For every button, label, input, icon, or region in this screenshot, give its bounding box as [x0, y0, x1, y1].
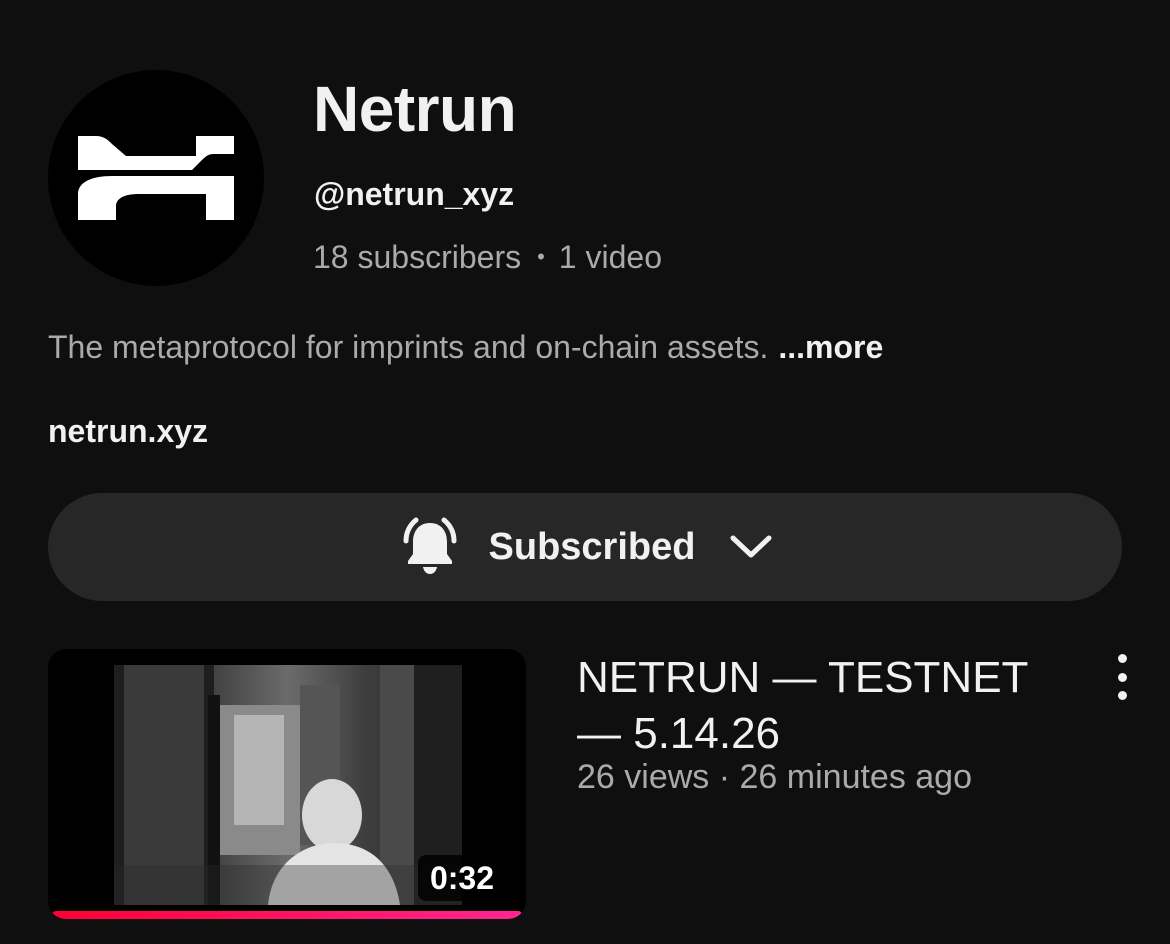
meta-separator: · [718, 758, 731, 796]
thumbnail-image [114, 665, 462, 905]
subscribed-button[interactable]: Subscribed [48, 493, 1122, 601]
video-meta: 26 views · 26 minutes ago [577, 756, 972, 798]
video-duration: 0:32 [417, 855, 506, 901]
kebab-dot [1117, 672, 1127, 682]
kebab-dot [1117, 654, 1127, 663]
channel-name: Netrun [313, 73, 517, 145]
chevron-down-icon [729, 533, 773, 561]
video-title[interactable]: NETRUN — TESTNET — 5.14.26 [577, 650, 1057, 762]
channel-handle: @netrun_xyz [314, 176, 515, 212]
subscriber-count: 18 subscribers [313, 239, 522, 275]
stats-separator: • [537, 244, 545, 269]
upload-age: 26 minutes ago [739, 758, 973, 796]
more-vertical-icon[interactable] [1104, 654, 1140, 700]
channel-link[interactable]: netrun.xyz [48, 410, 208, 452]
more-link[interactable]: ...more [778, 329, 883, 365]
channel-stats: 18 subscribers • 1 video [313, 236, 662, 278]
description-text: The metaprotocol for imprints and on-cha… [48, 329, 769, 365]
view-count: 26 views [577, 758, 710, 796]
video-count: 1 video [558, 239, 662, 275]
subscribed-label: Subscribed [488, 526, 696, 568]
kebab-dot [1117, 691, 1127, 700]
netrun-logo-icon [78, 136, 234, 220]
channel-description: The metaprotocol for imprints and on-cha… [48, 326, 883, 368]
channel-avatar[interactable] [48, 70, 264, 286]
bell-icon [397, 514, 463, 580]
watch-progress-bar [52, 911, 522, 919]
video-thumbnail[interactable]: 0:32 [48, 649, 526, 919]
